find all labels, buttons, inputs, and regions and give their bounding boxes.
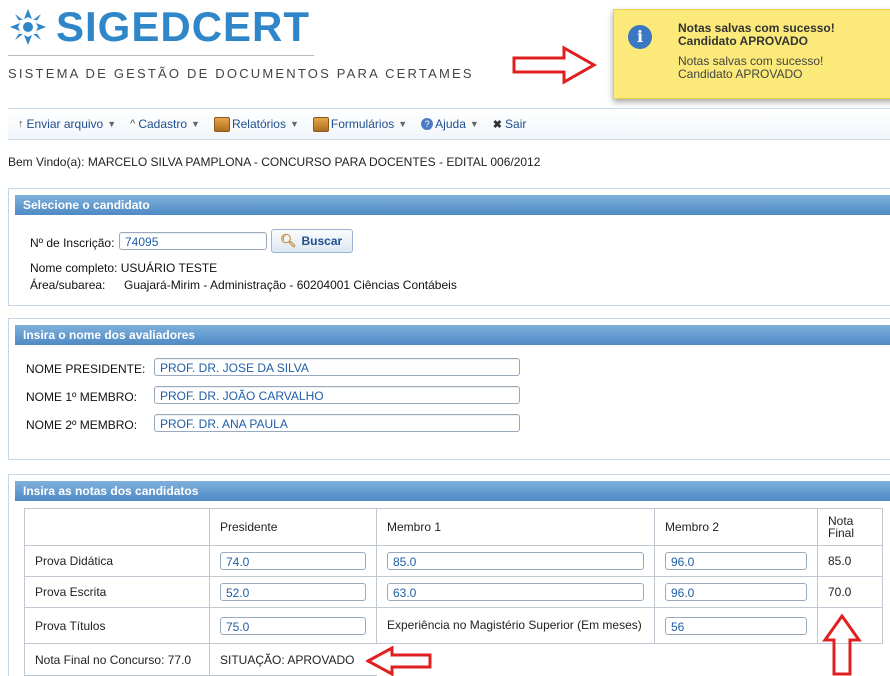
grade-input[interactable]: 75.0 [220,616,366,635]
table-row: Prova Títulos 75.0 Experiência no Magist… [24,607,883,644]
table-header-cell [24,508,210,546]
grade-input[interactable]: 96.0 [665,583,807,601]
logo-text: SIGEDCERT [56,3,311,50]
annotation-arrow-right [512,45,598,85]
page-subtitle: SISTEMA DE GESTÃO DE DOCUMENTOS PARA CER… [8,66,474,81]
close-icon: ✖ [492,118,503,131]
main-menu: ↑ Enviar arquivo ▼ ^ Cadastro ▼ Relatóri… [8,108,890,140]
logo: SIGEDCERT [6,3,311,50]
toast-title: Notas salvas com sucesso! Candidato APRO… [678,21,835,48]
menu-cadastro[interactable]: ^ Cadastro ▼ [130,117,200,131]
situacao-status: SITUAÇÃO: APROVADO [209,643,377,676]
table-header-row: Presidente Membro 1 Membro 2 Nota Final [24,508,883,546]
table-header-cell: Presidente [209,508,377,546]
menu-sair[interactable]: ✖ Sair [493,117,527,131]
membro2-label: NOME 2º MEMBRO: [26,418,138,432]
panel-title: Selecione o candidato [15,195,890,215]
row-label: Prova Títulos [24,607,210,644]
upload-arrow-icon: ↑ [18,118,24,130]
success-toast: i Notas salvas com sucesso! Candidato AP… [613,9,890,99]
membro1-label: NOME 1º MEMBRO: [26,390,138,404]
nome-completo: Nome completo: USUÁRIO TESTE [30,261,218,275]
chevron-down-icon: ▼ [289,119,299,129]
table-header-cell: Nota Final [817,508,883,546]
annotation-arrow-left [366,646,432,676]
panel-title: Insira o nome dos avaliadores [15,325,890,345]
membro2-input[interactable]: PROF. DR. ANA PAULA [154,414,520,432]
toast-message: Notas salvas com sucesso! Candidato APRO… [678,54,824,81]
welcome-text: Bem Vindo(a): MARCELO SILVA PAMPLONA - C… [8,155,541,169]
search-button[interactable]: 🔍︎ Buscar [271,229,353,253]
search-icon: 🔍︎ [280,233,297,248]
menu-relatorios[interactable]: Relatórios ▼ [213,116,299,132]
chevron-down-icon: ▼ [398,119,408,129]
image-icon [312,116,329,132]
inscricao-label: Nº de Inscrição: [30,236,115,250]
chevron-down-icon: ▼ [107,119,117,129]
menu-formularios[interactable]: Formulários ▼ [312,116,408,132]
membro1-input[interactable]: PROF. DR. JOÃO CARVALHO [154,386,520,404]
grade-input[interactable]: 96.0 [665,552,807,570]
table-header-cell: Membro 2 [654,508,818,546]
final-grade: 85.0 [817,545,883,577]
row-label: Prova Didática [24,545,210,577]
panel-title: Insira as notas dos candidatos [15,481,890,501]
info-icon: i [628,25,652,49]
presidente-label: NOME PRESIDENTE: [26,362,146,376]
grade-input[interactable]: 52.0 [220,583,366,601]
presidente-input[interactable]: PROF. DR. JOSE DA SILVA [154,358,520,376]
grade-input[interactable]: 85.0 [387,552,644,570]
table-row: Prova Escrita 52.0 63.0 96.0 70.0 [24,576,883,608]
row-label: Prova Escrita [24,576,210,608]
final-grade: 70.0 [817,576,883,608]
annotation-arrow-up [822,614,862,676]
grade-input[interactable]: 63.0 [387,583,644,601]
area-value: Guajará-Mirim - Administração - 60204001… [124,278,457,292]
area-label: Área/subarea: [30,278,106,292]
table-row: Prova Didática 74.0 85.0 96.0 85.0 [24,545,883,577]
final-score-label: Nota Final no Concurso: 77.0 [24,643,210,676]
table-header-cell: Membro 1 [376,508,655,546]
experiencia-input[interactable]: 56 [665,616,807,635]
help-icon: ? [421,118,434,130]
image-icon [213,116,230,132]
table-row: Nota Final no Concurso: 77.0 SITUAÇÃO: A… [24,643,883,676]
logo-icon [10,9,46,45]
chevron-down-icon: ▼ [469,119,479,129]
caret-up-icon: ^ [130,118,136,130]
inscricao-input[interactable]: 74095 [119,232,267,250]
grades-table: Presidente Membro 1 Membro 2 Nota Final … [24,508,883,676]
header-divider [8,55,314,56]
experiencia-label: Experiência no Magistério Superior (Em m… [376,607,655,644]
grade-input[interactable]: 74.0 [220,552,366,570]
menu-ajuda[interactable]: ? Ajuda ▼ [421,117,479,131]
chevron-down-icon: ▼ [191,119,200,129]
menu-enviar-arquivo[interactable]: ↑ Enviar arquivo ▼ [18,117,116,131]
